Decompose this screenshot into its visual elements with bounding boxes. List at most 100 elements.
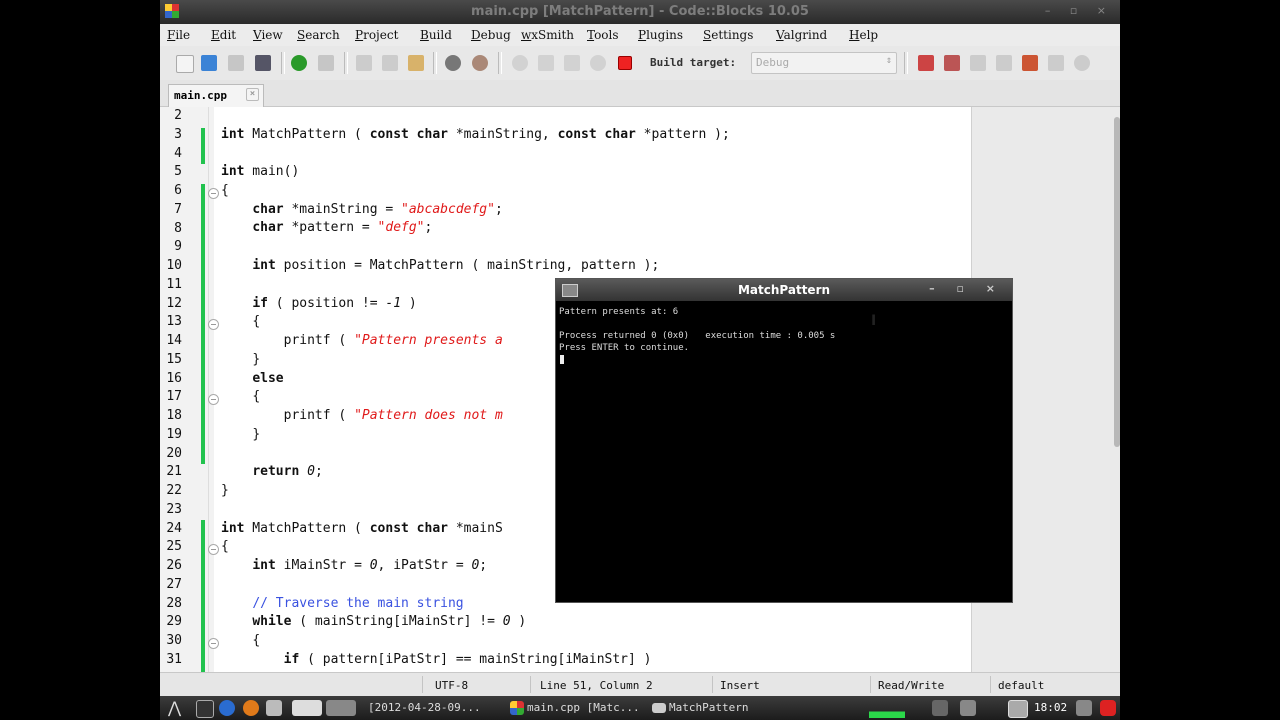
redo-icon[interactable] xyxy=(318,55,334,71)
build-and-run-icon[interactable] xyxy=(564,55,580,71)
run-icon[interactable] xyxy=(538,55,554,71)
paste-icon[interactable] xyxy=(408,55,424,71)
code-line-17: { xyxy=(252,389,261,404)
workspace-2[interactable] xyxy=(326,700,356,716)
code-line-14: printf ( "Pattern presents a xyxy=(283,333,503,348)
chevron-down-icon: ⇕ xyxy=(885,55,892,66)
toolbar: Build target: Debug ⇕ xyxy=(160,46,1120,81)
debug-run-to-cursor-icon[interactable] xyxy=(944,55,960,71)
menu-tools[interactable]: Tools xyxy=(587,28,619,42)
vertical-scrollbar[interactable] xyxy=(1114,117,1120,447)
abort-icon[interactable] xyxy=(618,56,632,70)
new-file-icon[interactable] xyxy=(176,55,194,73)
undo-icon[interactable] xyxy=(291,55,307,71)
code-line-22: } xyxy=(221,483,229,498)
debug-step-into-icon[interactable] xyxy=(996,55,1012,71)
menu-build[interactable]: Build xyxy=(420,28,452,42)
toolbar-separator xyxy=(498,52,502,74)
fold-marker-icon[interactable] xyxy=(208,319,219,330)
status-access: Read/Write xyxy=(878,679,945,692)
replace-icon[interactable] xyxy=(472,55,488,71)
code-line-19: } xyxy=(252,427,261,442)
code-line-24: int MatchPattern ( const char *mainS xyxy=(221,521,503,536)
menu-plugins[interactable]: Plugins xyxy=(638,28,683,42)
debug-start-icon[interactable] xyxy=(918,55,934,71)
volume-icon[interactable] xyxy=(960,700,976,716)
fold-marker-icon[interactable] xyxy=(208,638,219,649)
console-output: Pattern presents at: 6 Process returned … xyxy=(559,307,836,353)
debug-next-line-icon[interactable] xyxy=(970,55,986,71)
menu-view[interactable]: View xyxy=(253,28,283,42)
menu-valgrind[interactable]: Valgrind xyxy=(776,28,827,42)
code-line-29: while ( mainString[iMainStr] != 0 ) xyxy=(252,614,527,629)
fold-marker-icon[interactable] xyxy=(208,394,219,405)
line-number: 26 xyxy=(166,558,182,573)
rebuild-icon[interactable] xyxy=(590,55,606,71)
browser-icon[interactable] xyxy=(219,700,235,716)
open-folder-icon[interactable] xyxy=(201,55,217,71)
status-bar: UTF-8 Line 51, Column 2 Insert Read/Writ… xyxy=(160,672,1120,697)
cut-icon[interactable] xyxy=(356,55,372,71)
menu-edit[interactable]: Edit xyxy=(211,28,236,42)
network-icon[interactable] xyxy=(932,700,948,716)
code-line-26: int iMainStr = 0, iPatStr = 0; xyxy=(252,558,488,573)
workspace-1[interactable] xyxy=(292,700,322,716)
taskbar-item-matchpattern[interactable]: MatchPattern xyxy=(669,701,748,714)
save-all-icon[interactable] xyxy=(255,55,271,71)
debug-stop-icon[interactable] xyxy=(1048,55,1064,71)
menu-file[interactable]: File xyxy=(167,28,190,42)
screen: main.cpp [MatchPattern] - Code::Blocks 1… xyxy=(160,0,1120,720)
fold-marker-icon[interactable] xyxy=(208,188,219,199)
debug-step-out-icon[interactable] xyxy=(1022,55,1038,71)
keyboard-icon[interactable] xyxy=(1008,700,1028,718)
show-desktop-icon[interactable] xyxy=(196,700,214,718)
logout-icon[interactable] xyxy=(1100,700,1116,716)
menu-search[interactable]: Search xyxy=(297,28,340,42)
firefox-icon[interactable] xyxy=(243,700,259,716)
tab-main-cpp[interactable]: main.cpp × xyxy=(168,84,264,107)
line-number: 16 xyxy=(166,370,182,386)
debug-windows-icon[interactable] xyxy=(1074,55,1090,71)
copy-icon[interactable] xyxy=(382,55,398,71)
clock[interactable]: 18:02 xyxy=(1034,701,1067,714)
console-window[interactable]: MatchPattern – ▫ × Pattern presents at: … xyxy=(555,278,1013,603)
tab-label: main.cpp xyxy=(174,89,227,102)
console-title-bar[interactable]: MatchPattern – ▫ × xyxy=(556,279,1012,301)
app-menu-icon[interactable]: ⋀ xyxy=(168,698,184,717)
menu-project[interactable]: Project xyxy=(355,28,398,42)
window-controls[interactable]: – ▫ × xyxy=(1045,4,1114,17)
status-divider xyxy=(530,676,531,693)
taskbar: ⋀ [2012-04-28-09... main.cpp [Matc... Ma… xyxy=(160,696,1120,720)
line-number: 18 xyxy=(166,408,182,423)
menu-help[interactable]: Help xyxy=(849,28,878,42)
line-number: 20 xyxy=(166,445,182,461)
menu-debug[interactable]: Debug xyxy=(471,28,511,42)
taskbar-item-codeblocks[interactable]: main.cpp [Matc... xyxy=(527,701,640,714)
taskbar-item-terminal[interactable]: [2012-04-28-09... xyxy=(368,701,481,714)
code-line-13: { xyxy=(252,314,261,329)
build-target-select[interactable]: Debug ⇕ xyxy=(751,52,897,74)
line-number: 11 xyxy=(166,276,182,292)
line-number: 13 xyxy=(166,314,182,330)
console-window-controls[interactable]: – ▫ × xyxy=(929,282,1004,295)
line-number: 9 xyxy=(174,239,182,255)
line-number: 7 xyxy=(174,201,182,217)
close-icon[interactable]: × xyxy=(246,88,259,101)
line-number: 14 xyxy=(166,333,182,348)
line-number: 31 xyxy=(166,651,182,667)
lock-screen-icon[interactable] xyxy=(1076,700,1092,716)
line-number: 30 xyxy=(166,633,182,648)
menu-wxsmith[interactable]: wxSmith xyxy=(521,28,574,42)
code-line-28: // Traverse the main string xyxy=(252,596,464,611)
build-target-label: Build target: xyxy=(650,56,737,69)
toolbar-separator xyxy=(344,52,348,74)
code-line-18: printf ( "Pattern does not m xyxy=(283,408,503,423)
menu-settings[interactable]: Settings xyxy=(703,28,753,42)
status-position: Line 51, Column 2 xyxy=(540,679,653,692)
save-icon[interactable] xyxy=(228,55,244,71)
fold-marker-icon[interactable] xyxy=(208,544,219,555)
terminal-launcher-icon[interactable] xyxy=(266,700,282,716)
find-icon[interactable] xyxy=(445,55,461,71)
build-gear-icon[interactable] xyxy=(512,55,528,71)
code-line-31: if ( pattern[iPatStr] == mainString[iMai… xyxy=(283,652,652,667)
